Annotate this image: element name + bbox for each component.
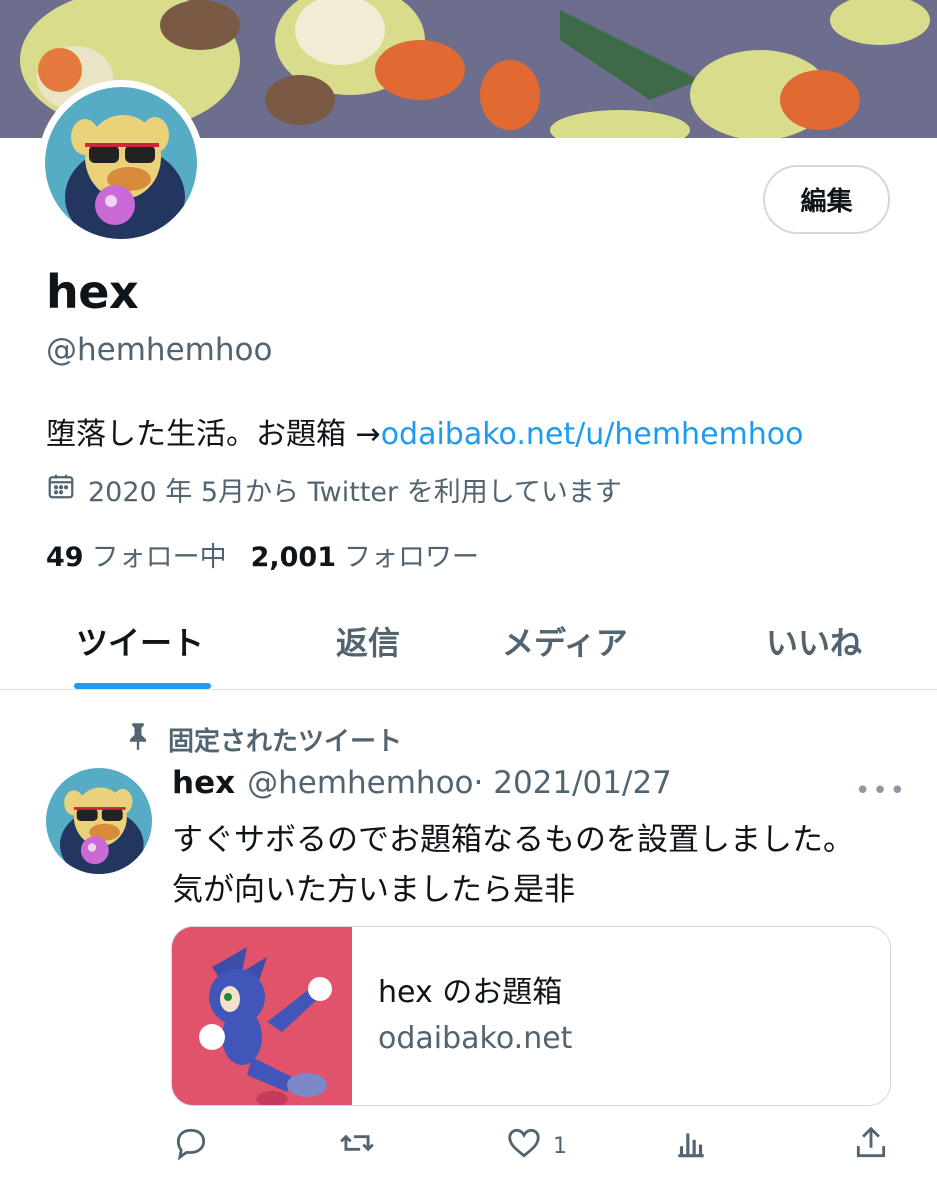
retweet-icon bbox=[338, 1124, 376, 1168]
following-link[interactable]: 49 フォロー中 bbox=[46, 535, 227, 574]
profile-tabs: ツイート 返信 メディア いいね bbox=[0, 600, 937, 690]
share-button[interactable] bbox=[852, 1124, 890, 1168]
reply-icon bbox=[172, 1124, 210, 1168]
display-name: hex bbox=[46, 265, 139, 319]
follow-stats: 49 フォロー中 2,001 フォロワー bbox=[46, 535, 479, 574]
more-icon[interactable]: ••• bbox=[855, 776, 907, 806]
pinned-text: 固定されたツイート bbox=[168, 727, 403, 757]
like-button[interactable]: 1 bbox=[505, 1124, 567, 1168]
followers-count: 2,001 bbox=[250, 542, 336, 573]
tab-media[interactable]: メディア bbox=[502, 618, 628, 690]
tweet-author-handle[interactable]: @hemhemhoo bbox=[247, 765, 473, 801]
tab-replies[interactable]: 返信 bbox=[336, 618, 400, 690]
edit-profile-button[interactable]: 編集 bbox=[763, 165, 890, 234]
profile-bio: 堕落した生活。お題箱 →odaibako.net/u/hemhemhoo bbox=[46, 409, 803, 453]
followers-link[interactable]: 2,001 フォロワー bbox=[251, 535, 479, 574]
joined-text: 2020 年 5月から Twitter を利用しています bbox=[88, 477, 622, 508]
analytics-icon bbox=[672, 1124, 710, 1168]
tweet-date[interactable]: · 2021/01/27 bbox=[474, 765, 672, 801]
profile-avatar[interactable] bbox=[38, 80, 204, 246]
calendar-icon bbox=[46, 471, 76, 508]
share-icon bbox=[852, 1124, 890, 1168]
profile-handle: @hemhemhoo bbox=[46, 332, 273, 368]
link-card-domain: odaibako.net bbox=[378, 1021, 573, 1056]
tweet-avatar[interactable] bbox=[46, 768, 152, 874]
tab-tweets[interactable]: ツイート bbox=[76, 618, 204, 690]
followers-label: フォロワー bbox=[343, 542, 479, 573]
joined-date: 2020 年 5月から Twitter を利用しています bbox=[46, 470, 622, 509]
bio-text: 堕落した生活。お題箱 → bbox=[46, 417, 381, 452]
pin-icon bbox=[124, 721, 152, 758]
active-tab-indicator bbox=[74, 683, 211, 689]
retweet-button[interactable] bbox=[338, 1124, 376, 1168]
tweet-author-name[interactable]: hex bbox=[172, 765, 235, 801]
like-count: 1 bbox=[553, 1133, 567, 1159]
reply-button[interactable] bbox=[172, 1124, 210, 1168]
like-icon bbox=[505, 1124, 543, 1168]
link-card-image bbox=[172, 927, 352, 1105]
link-card[interactable]: hex のお題箱 odaibako.net bbox=[171, 926, 891, 1106]
pinned-tweet-label: 固定されたツイート bbox=[124, 721, 402, 758]
tab-likes[interactable]: いいね bbox=[766, 618, 862, 690]
tweet-actions: 1 bbox=[0, 1124, 937, 1174]
tweet-header: hex @hemhemhoo · 2021/01/27 bbox=[172, 765, 672, 801]
analytics-button[interactable] bbox=[672, 1124, 710, 1168]
following-label: フォロー中 bbox=[91, 542, 227, 573]
link-card-title: hex のお題箱 bbox=[378, 975, 563, 1010]
bio-link[interactable]: odaibako.net/u/hemhemhoo bbox=[381, 417, 804, 452]
following-count: 49 bbox=[46, 542, 84, 573]
tweet-text: すぐサボるのでお題箱なるものを設置しました。気が向いた方いましたら是非 bbox=[172, 822, 854, 908]
